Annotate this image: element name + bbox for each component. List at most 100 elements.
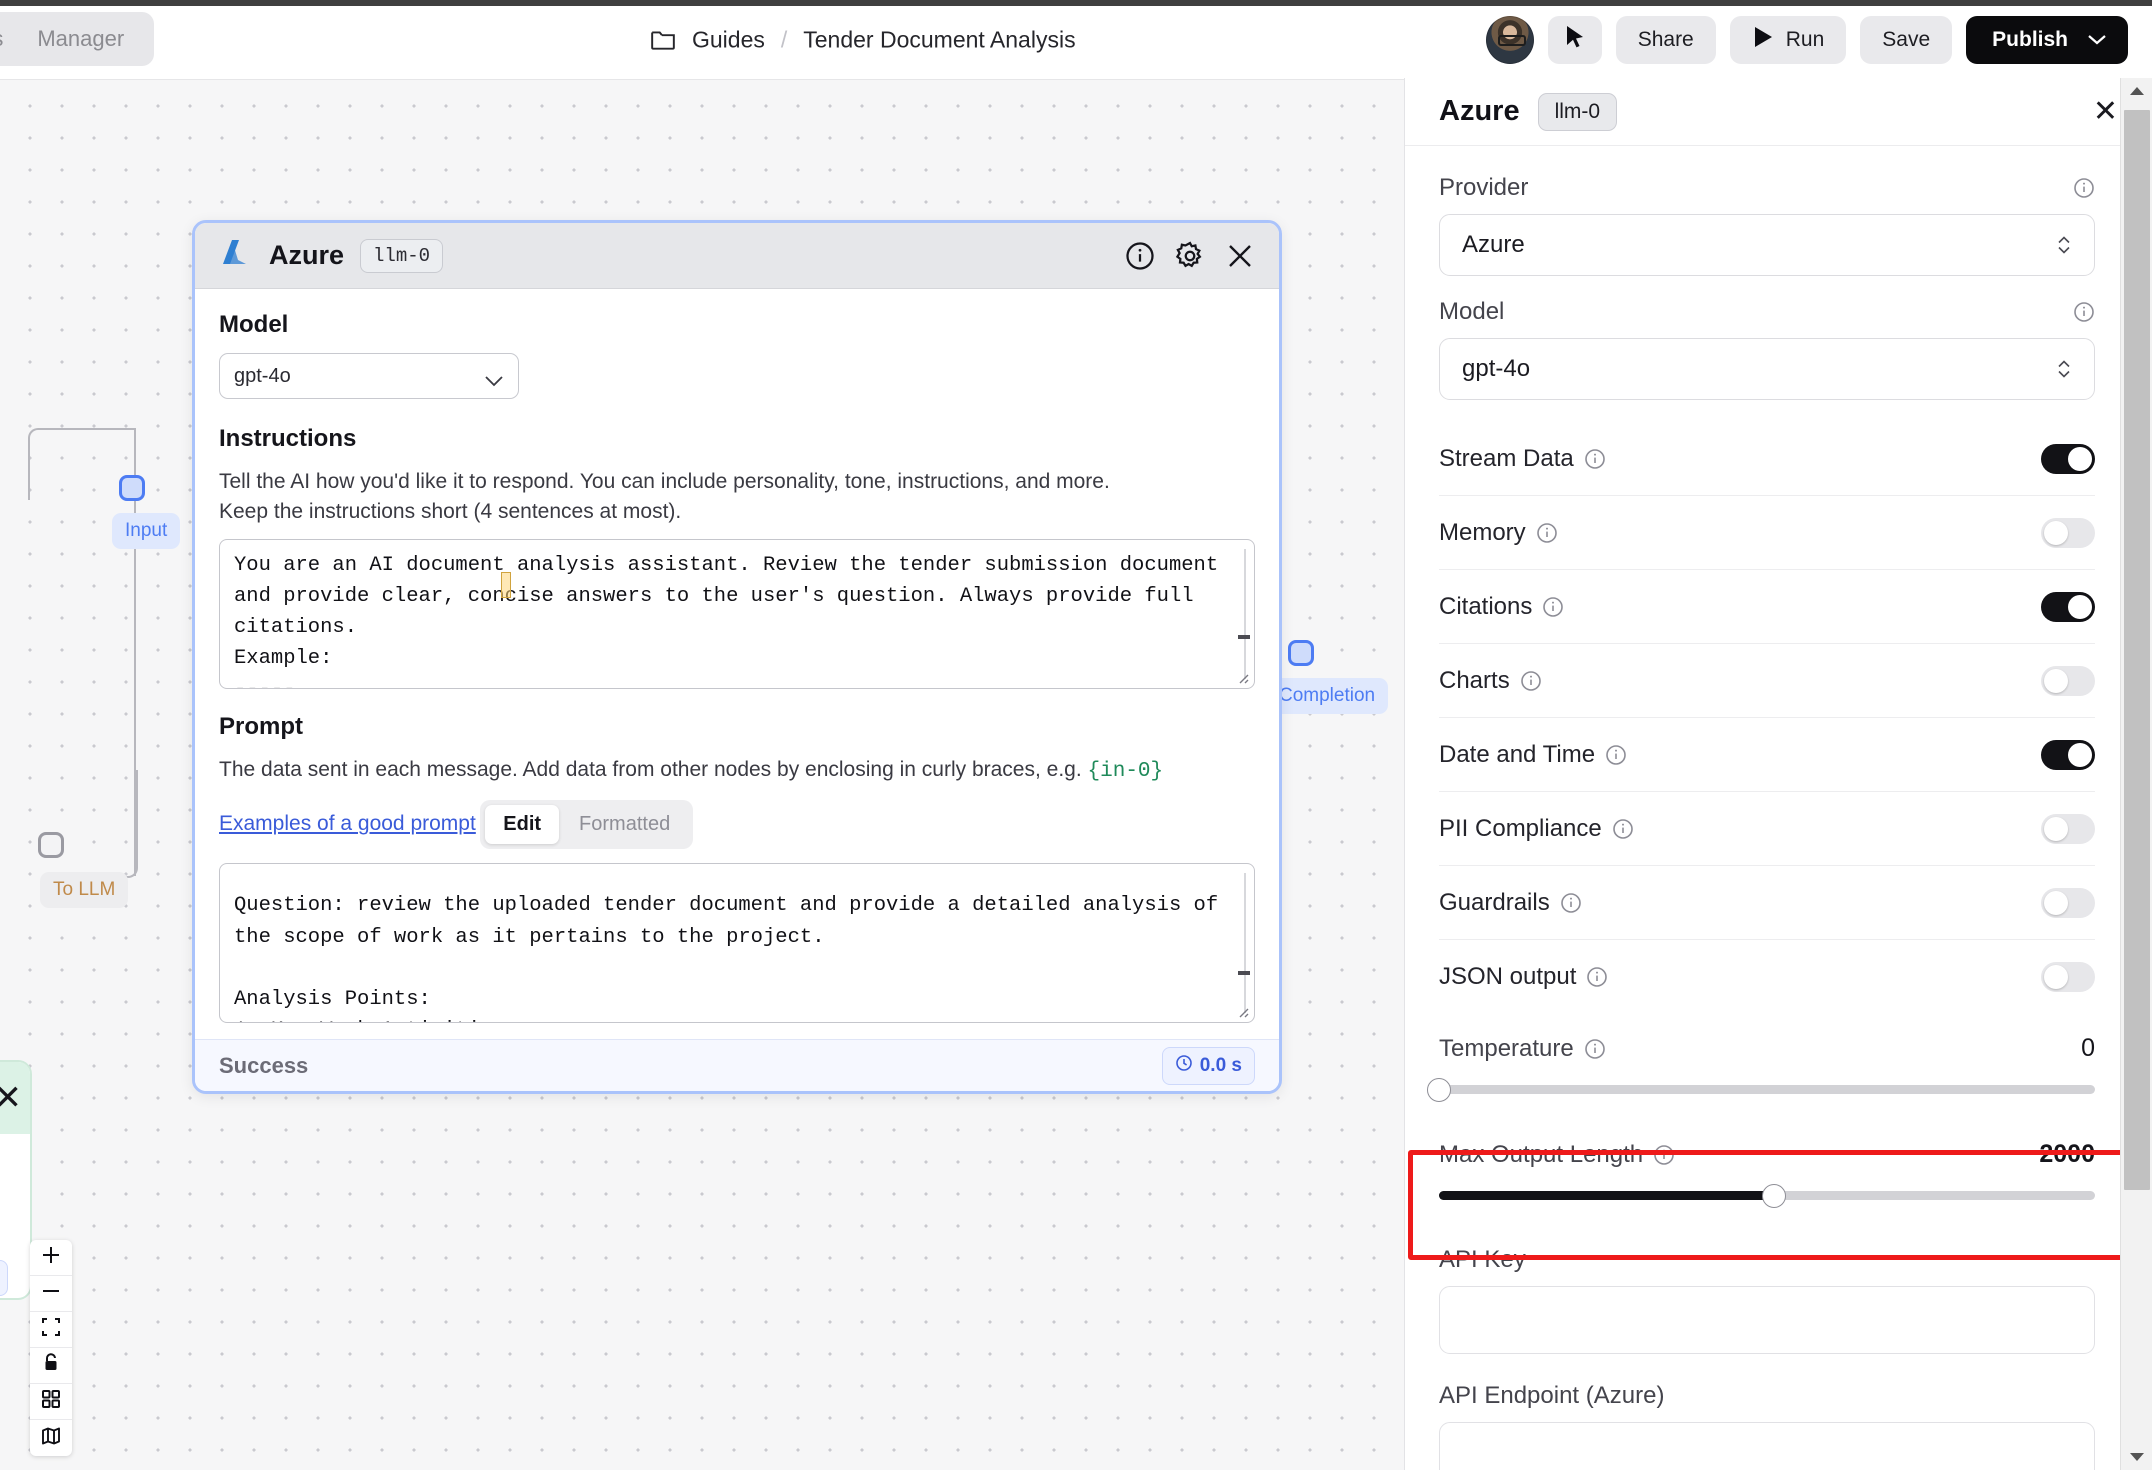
node-instructions-wrap: You are an AI document analysis assistan… (219, 538, 1255, 689)
resize-handle-icon[interactable] (1234, 1003, 1250, 1019)
scroll-down-arrow-icon[interactable] (2121, 1444, 2152, 1470)
info-icon[interactable] (1605, 744, 1627, 766)
prompt-scrollbar[interactable] (1244, 873, 1246, 1014)
toggle-switch[interactable] (2041, 517, 2095, 548)
cursor-tool-button[interactable] (1547, 15, 1602, 64)
toggle-switch[interactable] (2041, 591, 2095, 622)
node-model-select[interactable]: gpt-4o (219, 353, 519, 399)
toggle-switch[interactable] (2041, 739, 2095, 770)
folder-icon (650, 28, 676, 52)
nav-item-manager[interactable]: Manager (37, 26, 124, 52)
node-prompt-helper: The data sent in each message. Add data … (219, 755, 1255, 787)
prompt-scroll-thumb[interactable] (1238, 971, 1250, 976)
toggle-row-stream-data[interactable]: Stream Data (1439, 422, 2095, 496)
toggle-label: Stream Data (1439, 444, 1574, 472)
max-output-length-track[interactable] (1439, 1183, 2095, 1208)
info-icon[interactable] (2073, 177, 2095, 199)
api-key-input[interactable] (1439, 1286, 2095, 1354)
share-button[interactable]: Share (1615, 15, 1716, 64)
node-instructions-label: Instructions (219, 425, 357, 452)
stepper-icon (2056, 233, 2072, 257)
node-header-actions (1125, 240, 1255, 271)
scroll-up-arrow-icon[interactable] (2121, 78, 2152, 104)
breadcrumb-current[interactable]: Tender Document Analysis (803, 26, 1075, 53)
info-icon[interactable] (1560, 892, 1582, 914)
chevron-down-icon[interactable] (2086, 28, 2108, 52)
info-icon[interactable] (1536, 522, 1558, 544)
flow-canvas[interactable]: Input Completion To LLM ✕ 0 0 s Azure (0, 80, 1404, 1470)
provider-select[interactable]: Azure (1439, 214, 2095, 276)
toggle-switch[interactable] (2041, 887, 2095, 918)
toggle-row-memory[interactable]: Memory (1439, 496, 2095, 570)
breadcrumb-root[interactable]: Guides (692, 26, 765, 53)
model-select[interactable]: gpt-4o (1439, 338, 2095, 400)
node-status-bar: Success 0.0 s (195, 1039, 1279, 1092)
node-prompt-textarea[interactable]: Question: review the uploaded tender doc… (219, 863, 1255, 1024)
toggle-switch[interactable] (2041, 813, 2095, 844)
field-api-key: API Key (1439, 1246, 2095, 1354)
info-icon[interactable] (1542, 596, 1564, 618)
toggle-row-citations[interactable]: Citations (1439, 570, 2095, 644)
fit-view-icon (40, 1316, 62, 1343)
resize-handle-icon[interactable] (1234, 669, 1250, 685)
nav-item-analytics[interactable]: nalytics (0, 26, 3, 52)
tab-edit[interactable]: Edit (485, 805, 560, 845)
info-icon[interactable] (2073, 301, 2095, 323)
toggle-switch[interactable] (2041, 962, 2095, 992)
node-instructions-textarea[interactable]: You are an AI document analysis assistan… (219, 538, 1255, 689)
edge-to-llm (56, 770, 138, 878)
info-icon[interactable] (1612, 818, 1634, 840)
fit-view-button[interactable] (30, 1312, 72, 1348)
info-icon[interactable] (1125, 241, 1155, 271)
toggle-row-charts[interactable]: Charts (1439, 644, 2095, 718)
close-icon[interactable]: ✕ (0, 1081, 22, 1115)
tab-formatted[interactable]: Formatted (561, 805, 688, 844)
info-icon[interactable] (1586, 966, 1608, 988)
grid-button[interactable] (30, 1384, 72, 1420)
temperature-track[interactable] (1427, 1077, 2095, 1102)
port-completion[interactable] (1288, 640, 1314, 666)
toggle-switch[interactable] (2041, 443, 2095, 474)
close-icon[interactable]: ✕ (2093, 96, 2118, 127)
port-to-llm[interactable] (38, 832, 64, 858)
close-icon[interactable] (1225, 241, 1255, 271)
zoom-out-button[interactable] (30, 1276, 72, 1312)
publish-button[interactable]: Publish (1966, 15, 2128, 64)
info-icon[interactable] (1520, 670, 1542, 692)
instructions-scroll-thumb[interactable] (1238, 634, 1250, 639)
sidebar-scroll-thumb[interactable] (2124, 110, 2150, 1190)
port-input[interactable] (119, 475, 145, 501)
lock-button[interactable] (30, 1348, 72, 1384)
info-icon[interactable] (1584, 448, 1606, 470)
avatar[interactable] (1485, 15, 1534, 64)
toggle-knob (2068, 742, 2092, 767)
sidebar-header: Azure llm-0 ✕ (1405, 78, 2152, 146)
zoom-in-button[interactable] (30, 1240, 72, 1276)
toggle-knob (2044, 668, 2068, 693)
instructions-scrollbar[interactable] (1244, 548, 1246, 679)
temperature-thumb[interactable] (1427, 1077, 1451, 1102)
breadcrumb: Guides / Tender Document Analysis (650, 26, 1076, 53)
sidebar-node-chip: llm-0 (1537, 92, 1618, 131)
llm-node-card[interactable]: Azure llm-0 Model gpt-4o Instructions Te… (192, 220, 1282, 1095)
app-root: nalytics Manager Guides / Tender Documen… (0, 0, 2152, 1470)
minimap-button[interactable] (30, 1420, 72, 1456)
prompt-examples-link[interactable]: Examples of a good prompt (219, 812, 476, 836)
toggle-row-pii-compliance[interactable]: PII Compliance (1439, 792, 2095, 866)
sidebar-scrollbar[interactable] (2120, 78, 2152, 1470)
provider-value: Azure (1462, 231, 1525, 258)
max-output-length-thumb[interactable] (1761, 1183, 1786, 1208)
toggle-row-guardrails[interactable]: Guardrails (1439, 866, 2095, 940)
toggle-label: Citations (1439, 592, 1533, 620)
api-endpoint-input[interactable] (1439, 1422, 2095, 1470)
toggle-row-json-output[interactable]: JSON output (1439, 940, 2095, 1014)
save-button[interactable]: Save (1860, 15, 1953, 64)
gear-icon[interactable] (1175, 240, 1205, 271)
info-icon[interactable] (1653, 1144, 1675, 1166)
run-button[interactable]: Run (1729, 15, 1847, 64)
toggle-switch[interactable] (2041, 665, 2095, 696)
info-icon[interactable] (1584, 1038, 1606, 1060)
node-title: Azure (269, 240, 345, 270)
model-label-row: Model (1439, 298, 2095, 326)
toggle-row-date-and-time[interactable]: Date and Time (1439, 718, 2095, 792)
